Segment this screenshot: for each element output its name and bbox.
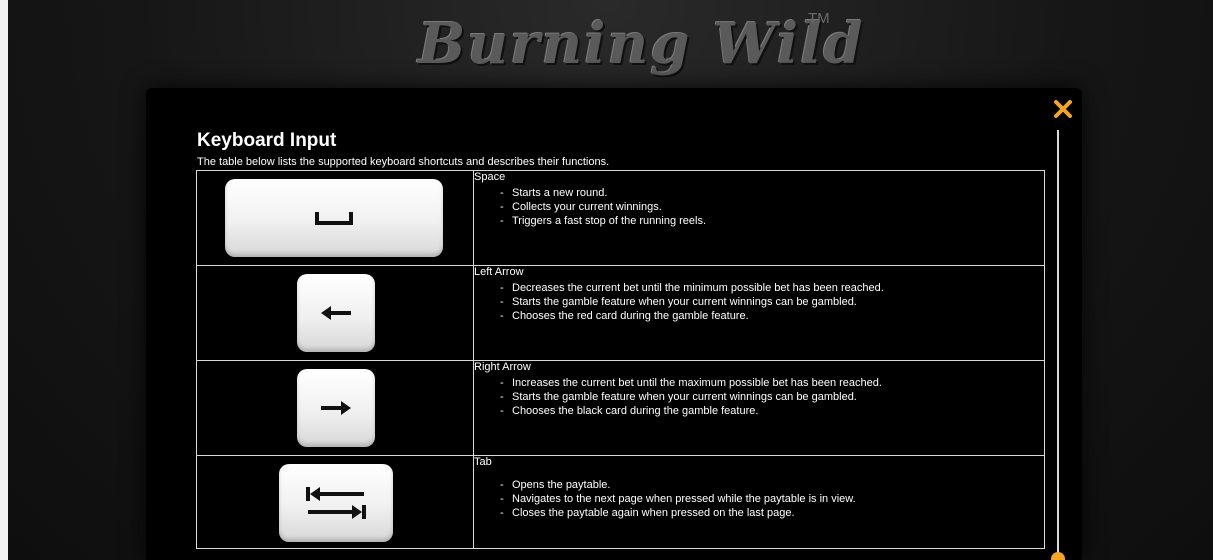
table-row: Tab Opens the paytable. Navigates to the… <box>196 455 1045 549</box>
key-name: Right Arrow <box>474 361 531 373</box>
scrollbar-track[interactable] <box>1057 130 1059 560</box>
key-image-cell <box>196 455 474 549</box>
key-description-cell: Left Arrow Decreases the current bet unt… <box>473 265 1045 361</box>
key-image-cell <box>196 170 474 266</box>
key-name: Tab <box>474 456 492 468</box>
list-item: Starts a new round. <box>500 186 1044 200</box>
game-logo: Burning Wild TM <box>398 4 865 84</box>
scrollbar-thumb[interactable] <box>1051 552 1065 560</box>
close-button[interactable] <box>1050 96 1076 122</box>
table-row: Space Starts a new round. Collects your … <box>196 170 1045 266</box>
list-item: Starts the gamble feature when your curr… <box>500 295 1044 309</box>
list-item: Starts the gamble feature when your curr… <box>500 390 1044 404</box>
key-image-cell <box>196 265 474 361</box>
key-name: Left Arrow <box>474 266 524 278</box>
list-item: Increases the current bet until the maxi… <box>500 376 1044 390</box>
function-list: Decreases the current bet until the mini… <box>474 281 1044 323</box>
list-item: Collects your current winnings. <box>500 200 1044 214</box>
key-name: Space <box>474 171 506 183</box>
page-title: Keyboard Input <box>197 130 337 151</box>
function-list: Increases the current bet until the maxi… <box>474 376 1044 418</box>
table-row: Right Arrow Increases the current bet un… <box>196 360 1045 456</box>
right-arrow-key-icon <box>297 369 375 447</box>
left-arrow-key-icon <box>297 274 375 352</box>
page-subtitle: The table below lists the supported keyb… <box>197 156 610 168</box>
close-icon <box>1054 100 1072 118</box>
list-item: Chooses the red card during the gamble f… <box>500 309 1044 323</box>
list-item: Closes the paytable again when pressed o… <box>500 506 1044 520</box>
tab-key-icon <box>279 464 393 542</box>
trademark-symbol: TM <box>808 10 830 27</box>
space-key-icon <box>225 179 443 257</box>
list-item: Decreases the current bet until the mini… <box>500 281 1044 295</box>
key-description-cell: Space Starts a new round. Collects your … <box>473 170 1045 266</box>
key-description-cell: Tab Opens the paytable. Navigates to the… <box>473 455 1045 549</box>
shortcuts-table: Space Starts a new round. Collects your … <box>196 170 1045 549</box>
key-description-cell: Right Arrow Increases the current bet un… <box>473 360 1045 456</box>
list-item: Navigates to the next page when pressed … <box>500 492 1044 506</box>
key-image-cell <box>196 360 474 456</box>
left-edge-strip <box>0 0 8 560</box>
list-item: Opens the paytable. <box>500 478 1044 492</box>
logo-text: Burning Wild <box>418 11 865 77</box>
list-item: Chooses the black card during the gamble… <box>500 404 1044 418</box>
table-row: Left Arrow Decreases the current bet unt… <box>196 265 1045 361</box>
function-list: Opens the paytable. Navigates to the nex… <box>474 478 1044 520</box>
function-list: Starts a new round. Collects your curren… <box>474 186 1044 228</box>
game-stage: Burning Wild TM Keyboard Input The table… <box>0 0 1213 560</box>
list-item: Triggers a fast stop of the running reel… <box>500 214 1044 228</box>
